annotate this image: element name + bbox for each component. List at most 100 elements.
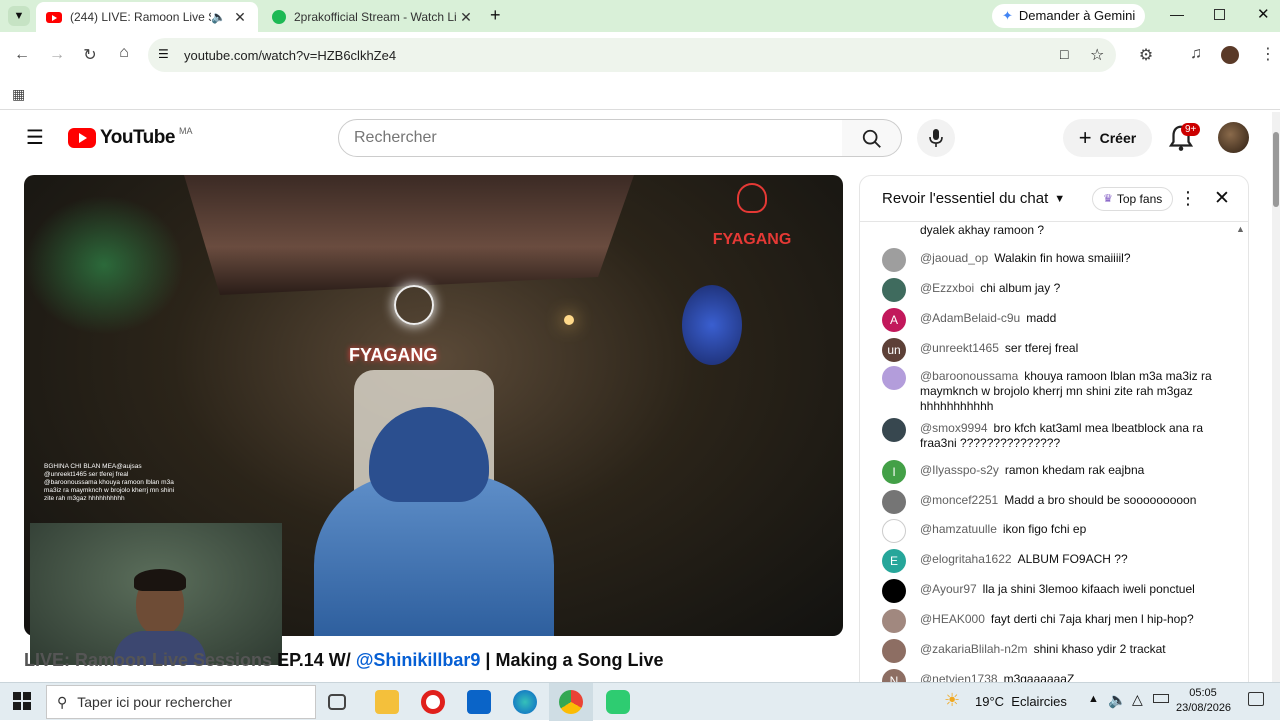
- weather-icon[interactable]: ☀: [944, 690, 960, 711]
- chat-author-name[interactable]: @Ilyasspo-s2y: [920, 463, 999, 477]
- opera-icon[interactable]: [421, 690, 445, 714]
- reload-icon[interactable]: ↻: [78, 45, 102, 65]
- maximize-window-icon[interactable]: [1214, 9, 1225, 20]
- chat-author-avatar[interactable]: [882, 579, 906, 603]
- minimize-window-icon[interactable]: —: [1170, 6, 1184, 22]
- chat-author-name[interactable]: @AdamBelaid-c9u: [920, 311, 1020, 325]
- forward-icon[interactable]: →: [45, 46, 69, 64]
- chat-author-avatar[interactable]: A: [882, 308, 906, 332]
- profile-avatar[interactable]: [1221, 46, 1239, 64]
- menu-dots-icon[interactable]: ⋮: [1256, 44, 1280, 64]
- scrollbar-thumb[interactable]: [1273, 132, 1279, 207]
- chat-author-avatar[interactable]: [882, 519, 906, 543]
- bookmark-star-icon[interactable]: ☆: [1090, 45, 1104, 65]
- search-button[interactable]: [842, 119, 902, 157]
- chat-author-name[interactable]: @hamzatuulle: [920, 522, 997, 536]
- chat-more-options-icon[interactable]: ⋮: [1179, 188, 1197, 209]
- notifications-center-icon[interactable]: [1248, 692, 1264, 706]
- chat-author-name[interactable]: @HEAK000: [920, 612, 985, 626]
- taskbar-search-box[interactable]: ⚲ Taper ici pour rechercher: [46, 685, 316, 719]
- tray-overflow-icon[interactable]: ▲: [1088, 693, 1099, 705]
- chat-author-avatar[interactable]: [882, 366, 906, 390]
- speaker-icon[interactable]: 🔈: [211, 10, 226, 24]
- green-wall-glow: [24, 195, 184, 335]
- apps-grid-icon[interactable]: ▦: [12, 86, 25, 103]
- fyagang-logo: FYAGANG: [692, 183, 812, 263]
- chat-message-body: @elogritaha1622 ALBUM FO9ACH ??: [920, 552, 1220, 567]
- file-explorer-icon[interactable]: [375, 690, 399, 714]
- account-avatar[interactable]: [1218, 122, 1249, 153]
- page-scrollbar[interactable]: [1272, 112, 1280, 682]
- tab-youtube-live[interactable]: (244) LIVE: Ramoon Live Se 🔈 ✕: [36, 2, 258, 32]
- webcam-person-hair: [134, 569, 186, 591]
- extensions-icon[interactable]: ⚙: [1134, 45, 1158, 65]
- volume-icon[interactable]: 🔈: [1108, 691, 1127, 709]
- search-input[interactable]: Rechercher: [338, 119, 843, 157]
- top-fans-chip[interactable]: ♛ Top fans: [1092, 187, 1174, 211]
- chat-author-name[interactable]: @Ezzxboi: [920, 281, 974, 295]
- new-tab-button[interactable]: +: [490, 5, 501, 26]
- tab-twitch-stream[interactable]: 2prakofficial Stream - Watch Li ✕: [262, 2, 484, 32]
- edge-icon[interactable]: [513, 690, 537, 714]
- task-view-icon[interactable]: [328, 694, 346, 710]
- chrome-icon[interactable]: [559, 690, 583, 714]
- home-icon[interactable]: ⌂: [112, 44, 136, 62]
- top-fans-label: Top fans: [1116, 192, 1163, 206]
- chat-author-name[interactable]: @Ayour97: [920, 582, 977, 596]
- gemini-button[interactable]: ✦ Demander à Gemini: [992, 4, 1146, 28]
- close-tab-icon[interactable]: ✕: [458, 9, 474, 26]
- chat-author-avatar[interactable]: I: [882, 460, 906, 484]
- notification-badge: 9+: [1181, 123, 1201, 136]
- close-window-icon[interactable]: ✕: [1257, 5, 1270, 23]
- create-button[interactable]: + Créer: [1063, 119, 1152, 157]
- close-chat-icon[interactable]: ✕: [1214, 187, 1230, 210]
- site-info-icon[interactable]: ☰: [158, 47, 169, 61]
- hamburger-menu-icon[interactable]: ☰: [26, 125, 44, 150]
- stream-favicon-icon: [272, 10, 286, 24]
- outlook-icon[interactable]: [467, 690, 491, 714]
- chat-author-avatar[interactable]: E: [882, 549, 906, 573]
- clock-date: 23/08/2026: [1176, 702, 1232, 714]
- streaming-app-icon[interactable]: [606, 690, 630, 714]
- chat-author-name[interactable]: @baroonoussama: [920, 369, 1018, 383]
- chat-author-avatar[interactable]: un: [882, 338, 906, 362]
- weather-text[interactable]: 19°C Eclaircies: [975, 694, 1067, 709]
- guest-channel-link[interactable]: @Shinikillbar9: [356, 650, 481, 670]
- chat-author-avatar[interactable]: [882, 490, 906, 514]
- voice-search-button[interactable]: [917, 119, 955, 157]
- tab-search-button[interactable]: ▼: [8, 6, 30, 26]
- windows-start-icon[interactable]: [13, 692, 31, 710]
- media-controls-icon[interactable]: ♫: [1184, 45, 1208, 63]
- back-icon[interactable]: ←: [10, 46, 34, 64]
- chat-author-avatar[interactable]: [882, 639, 906, 663]
- chat-author-avatar[interactable]: [882, 248, 906, 272]
- close-tab-icon[interactable]: ✕: [232, 9, 248, 26]
- battery-icon[interactable]: [1153, 694, 1169, 703]
- address-bar[interactable]: ☰ youtube.com/watch?v=HZB6clkhZe4 □ ☆: [148, 38, 1116, 72]
- chat-author-name[interactable]: @moncef2251: [920, 493, 998, 507]
- video-title-prefix: LIVE: Ramoon Live Sessions: [24, 650, 273, 670]
- chat-message-text: shini khaso ydir 2 trackat: [1033, 642, 1166, 656]
- chat-author-avatar[interactable]: [882, 609, 906, 633]
- chat-message-text: Walakin fin howa smaiiiil?: [994, 251, 1131, 265]
- clock[interactable]: 05:05 23/08/2026: [1176, 686, 1232, 716]
- chat-author-avatar[interactable]: [882, 278, 906, 302]
- chat-message-text: dyalek akhay ramoon ?: [920, 223, 1045, 237]
- install-app-icon[interactable]: □: [1060, 46, 1068, 62]
- chat-mode-dropdown[interactable]: Revoir l'essentiel du chat ▼: [882, 190, 1065, 207]
- chat-author-name[interactable]: @smox9994: [920, 421, 988, 435]
- chat-author-name[interactable]: @jaouad_op: [920, 251, 988, 265]
- scroll-up-arrow-icon[interactable]: ▲: [1236, 224, 1245, 234]
- url-text[interactable]: youtube.com/watch?v=HZB6clkhZe4: [184, 48, 396, 63]
- youtube-logo[interactable]: YouTube MA: [68, 126, 192, 149]
- chat-message-text: fayt derti chi 7aja kharj men l hip-hop?: [990, 612, 1194, 626]
- chat-message-body: @hamzatuulle ikon figo fchi ep: [920, 522, 1220, 537]
- chevron-down-icon: ▼: [1054, 192, 1066, 205]
- network-icon[interactable]: △: [1132, 691, 1143, 708]
- chat-message-text: lla ja shini 3lemoo kifaach iweli ponctu…: [982, 582, 1195, 596]
- chat-author-name[interactable]: @zakariaBlilah-n2m: [920, 642, 1028, 656]
- chat-author-name[interactable]: @unreekt1465: [920, 341, 999, 355]
- chat-author-name[interactable]: @elogritaha1622: [920, 552, 1012, 566]
- chat-author-avatar[interactable]: [882, 418, 906, 442]
- overlay-chat-line: BGHINA CHI BLAN MEA@aujsas: [44, 463, 142, 470]
